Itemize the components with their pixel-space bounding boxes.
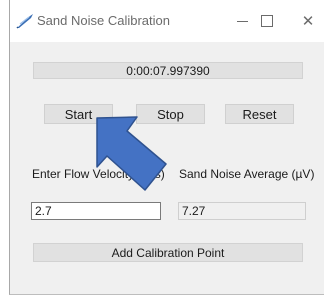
sand-noise-value: 7.27 xyxy=(182,204,206,218)
close-button[interactable]: ✕ xyxy=(286,7,324,35)
stop-button-label: Stop xyxy=(157,106,184,122)
start-button[interactable]: Start xyxy=(44,104,113,124)
maximize-button[interactable] xyxy=(245,7,289,35)
window-title: Sand Noise Calibration xyxy=(37,13,170,28)
reset-button-label: Reset xyxy=(242,106,277,122)
stop-button[interactable]: Stop xyxy=(136,104,205,124)
sand-noise-label: Sand Noise Average (µV) xyxy=(179,167,315,181)
flow-velocity-label: Enter Flow Velocity (m/s) xyxy=(32,167,165,181)
elapsed-time-text: 0:00:07.997390 xyxy=(126,63,210,78)
sand-noise-field: 7.27 xyxy=(178,202,306,220)
feather-icon xyxy=(16,14,33,29)
start-button-label: Start xyxy=(64,106,93,122)
maximize-icon xyxy=(261,15,273,27)
reset-button[interactable]: Reset xyxy=(225,104,294,124)
flow-velocity-value: 2.7 xyxy=(35,204,52,218)
title-bar[interactable]: Sand Noise Calibration ✕ xyxy=(10,0,324,42)
flow-velocity-input[interactable]: 2.7 xyxy=(31,202,161,220)
add-calibration-point-label: Add Calibration Point xyxy=(111,245,225,260)
close-icon: ✕ xyxy=(301,13,315,30)
add-calibration-point-button[interactable]: Add Calibration Point xyxy=(33,243,303,262)
calibration-window: Sand Noise Calibration ✕ 0:00:07.997390 … xyxy=(9,0,324,295)
elapsed-time-display: 0:00:07.997390 xyxy=(33,62,303,79)
